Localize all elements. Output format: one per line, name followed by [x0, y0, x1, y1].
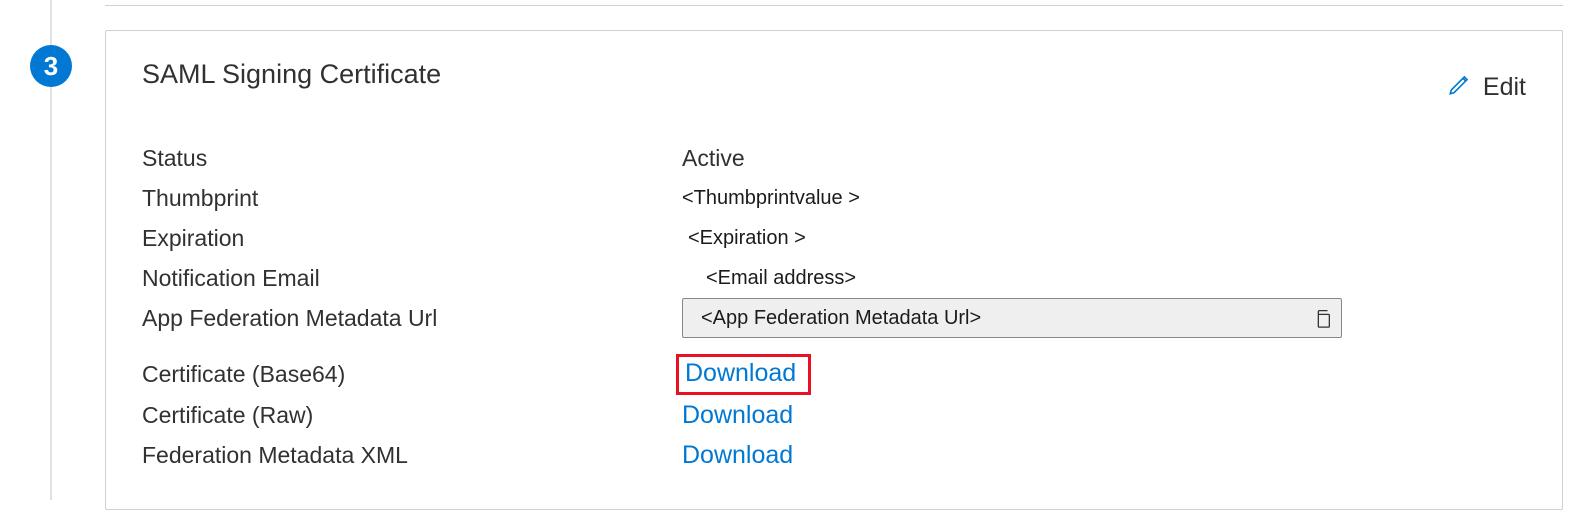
card-title: SAML Signing Certificate — [142, 59, 441, 90]
value-expiration: <Expiration > — [682, 227, 806, 250]
download-fed-metadata-xml-link[interactable]: Download — [682, 441, 793, 470]
edit-label: Edit — [1483, 73, 1526, 102]
previous-card-edge — [105, 0, 1563, 6]
download-cert-raw-link[interactable]: Download — [682, 401, 793, 430]
value-notification-email: <Email address> — [682, 267, 856, 290]
row-status: Status Active — [142, 138, 1526, 178]
row-cert-base64: Certificate (Base64) Download — [142, 354, 1526, 395]
label-app-federation-url: App Federation Metadata Url — [142, 305, 682, 332]
pencil-icon — [1447, 71, 1473, 104]
label-fed-metadata-xml: Federation Metadata XML — [142, 442, 682, 469]
row-cert-raw: Certificate (Raw) Download — [142, 395, 1526, 435]
app-federation-url-value: <App Federation Metadata Url> — [701, 307, 1303, 330]
edit-button[interactable]: Edit — [1447, 59, 1526, 104]
value-status: Active — [682, 145, 1526, 172]
value-thumbprint: <Thumbprintvalue > — [682, 187, 860, 210]
row-fed-metadata-xml: Federation Metadata XML Download — [142, 435, 1526, 475]
row-thumbprint: Thumbprint <Thumbprintvalue > — [142, 178, 1526, 218]
saml-signing-certificate-card: SAML Signing Certificate Edit Status Act… — [105, 30, 1563, 510]
spacer — [142, 344, 1526, 354]
label-expiration: Expiration — [142, 225, 682, 252]
row-expiration: Expiration <Expiration > — [142, 218, 1526, 258]
step-number: 3 — [44, 51, 58, 82]
row-notification-email: Notification Email <Email address> — [142, 258, 1526, 298]
card-header: SAML Signing Certificate Edit — [142, 59, 1526, 104]
download-cert-base64-link[interactable]: Download — [676, 354, 811, 395]
label-thumbprint: Thumbprint — [142, 185, 682, 212]
copy-icon[interactable] — [1311, 307, 1333, 329]
label-status: Status — [142, 145, 682, 172]
label-cert-base64: Certificate (Base64) — [142, 361, 682, 388]
step-number-badge: 3 — [30, 45, 72, 87]
field-rows: Status Active Thumbprint <Thumbprintvalu… — [142, 138, 1526, 475]
app-federation-url-field[interactable]: <App Federation Metadata Url> — [682, 298, 1342, 338]
label-cert-raw: Certificate (Raw) — [142, 402, 682, 429]
label-notification-email: Notification Email — [142, 265, 682, 292]
row-app-federation-url: App Federation Metadata Url <App Federat… — [142, 298, 1526, 338]
